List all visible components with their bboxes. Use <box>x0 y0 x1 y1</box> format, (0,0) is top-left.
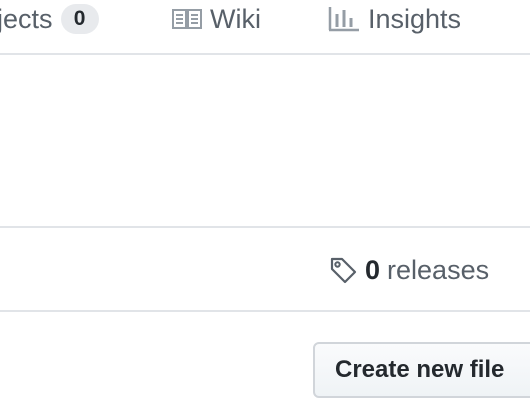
releases-count: 0 <box>365 254 381 285</box>
releases-label: releases <box>387 254 490 285</box>
releases-link[interactable]: 0 releases <box>329 253 489 287</box>
graph-icon <box>328 6 360 32</box>
tab-wiki-label: Wiki <box>210 3 261 34</box>
tab-projects[interactable]: jects 0 <box>0 0 99 38</box>
tab-projects-label: jects <box>0 3 53 34</box>
tag-icon <box>329 256 357 284</box>
tab-insights[interactable]: Insights <box>328 0 461 38</box>
tab-wiki[interactable]: Wiki <box>172 0 261 38</box>
repo-nav: jects 0 Wiki Insights <box>0 0 530 55</box>
tab-insights-label: Insights <box>368 3 462 34</box>
create-new-file-button[interactable]: Create new file <box>313 342 530 398</box>
repo-page: jects 0 Wiki Insights 0 releases Create … <box>0 0 530 402</box>
numbers-summary: 0 releases <box>0 228 530 312</box>
repo-description <box>0 55 530 228</box>
projects-counter: 0 <box>60 4 99 34</box>
book-icon <box>172 8 202 30</box>
